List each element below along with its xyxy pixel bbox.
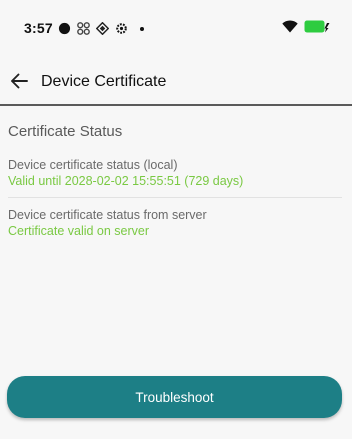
status-bar: 3:57 — [0, 0, 352, 58]
status-item-server: Device certificate status from server Ce… — [8, 207, 342, 240]
status-item-value: Certificate valid on server — [8, 224, 150, 238]
page-title: Device Certificate — [41, 73, 167, 90]
battery-charging-icon — [304, 20, 330, 33]
status-time: 3:57 — [24, 20, 53, 36]
troubleshoot-button[interactable]: Troubleshoot — [7, 376, 342, 418]
app-bar: Device Certificate — [0, 58, 352, 106]
status-right-icons — [282, 20, 330, 33]
section-title: Certificate Status — [8, 123, 123, 140]
arrow-left-icon — [11, 73, 28, 89]
status-item-label: Device certificate status from server — [8, 208, 207, 222]
diamond-grid-icon — [96, 22, 109, 35]
wifi-icon — [282, 20, 298, 33]
divider — [8, 197, 342, 198]
status-item-local: Device certificate status (local) Valid … — [8, 157, 342, 190]
notification-dot-icon — [140, 26, 144, 31]
status-left-icons — [58, 22, 144, 35]
status-item-label: Device certificate status (local) — [8, 158, 178, 172]
status-item-value: Valid until 2028-02-02 15:55:51 (729 day… — [8, 174, 244, 188]
pinwheel-icon — [77, 22, 90, 35]
back-button[interactable] — [6, 68, 32, 94]
settings-cog-icon — [116, 23, 127, 34]
filled-circle-icon — [58, 22, 71, 35]
